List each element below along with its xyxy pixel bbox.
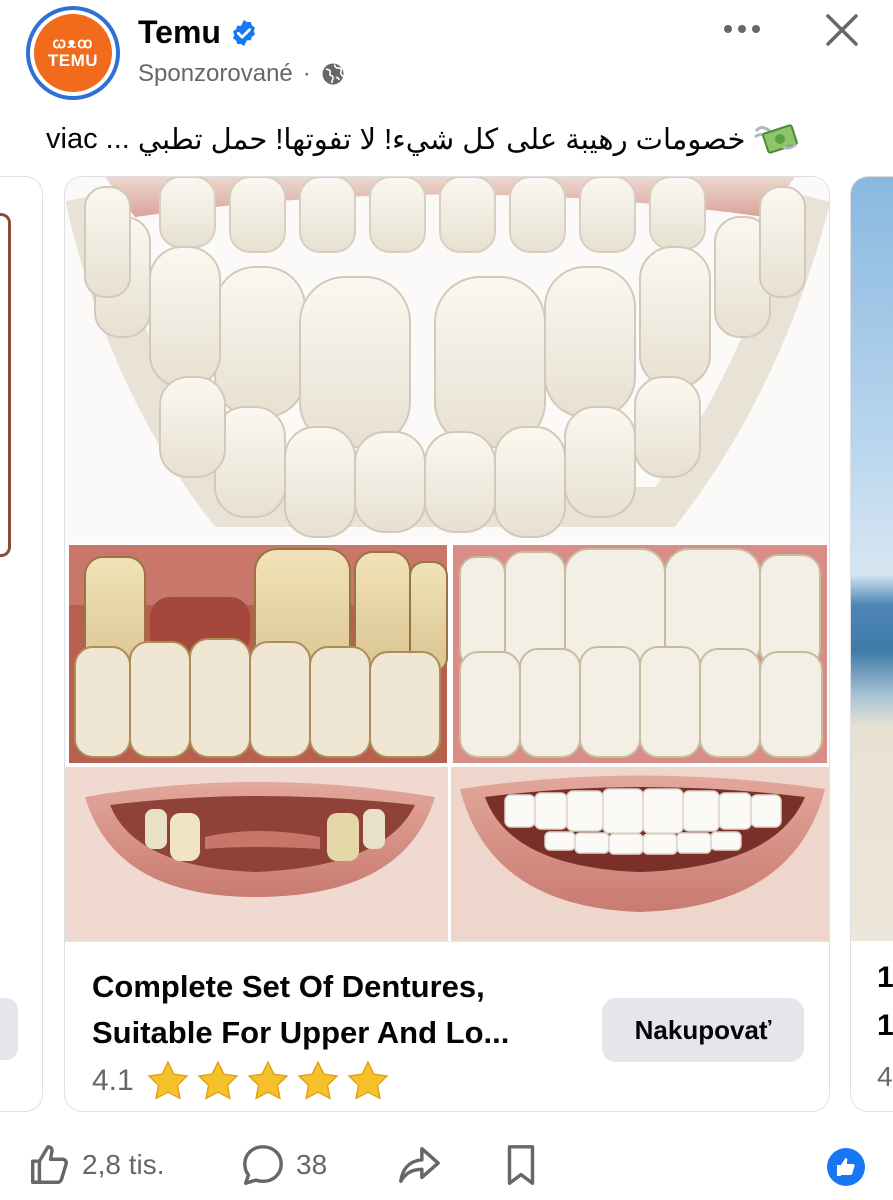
temu-logo: ꞷᴥꝏ TEMU xyxy=(34,14,112,92)
carousel-card-next[interactable]: 1 1 4 xyxy=(850,176,893,1112)
verified-badge-icon xyxy=(232,19,255,46)
shop-now-button[interactable]: Nakupovať xyxy=(602,998,804,1062)
page-name-label[interactable]: Temu xyxy=(138,14,221,51)
carousel-card-product[interactable]: Complete Set Of Dentures, Suitable For U… xyxy=(64,176,830,1112)
star-icon xyxy=(297,1060,339,1100)
next-card-image xyxy=(851,177,893,941)
next-card-title-line1: 1 xyxy=(877,961,893,994)
globe-icon xyxy=(322,63,344,85)
star-icon xyxy=(197,1060,239,1100)
star-icon xyxy=(147,1060,189,1100)
page-avatar[interactable]: ꞷᴥꝏ TEMU xyxy=(26,6,120,100)
share-icon xyxy=(399,1146,440,1184)
sponsored-label[interactable]: Sponzorované xyxy=(138,60,293,88)
comment-button[interactable]: 38 xyxy=(240,1142,327,1188)
caption-text: خصومات رهيبة على كل شيء! لا تفوتها! حمل … xyxy=(137,123,746,156)
product-title[interactable]: Complete Set Of Dentures, Suitable For U… xyxy=(92,964,572,1056)
product-footer: Complete Set Of Dentures, Suitable For U… xyxy=(65,941,829,1111)
post-action-bar: 2,8 tis. 38 xyxy=(0,1134,893,1200)
star-icon xyxy=(347,1060,389,1100)
comment-icon xyxy=(243,1145,283,1185)
meta-separator: · xyxy=(302,60,311,87)
like-icon xyxy=(30,1145,68,1184)
next-card-title-line2: 1 xyxy=(877,1009,893,1042)
product-rating: 4.1 xyxy=(92,1060,390,1102)
like-reaction-icon[interactable] xyxy=(826,1147,866,1187)
bookmark-icon xyxy=(507,1145,535,1185)
product-image[interactable] xyxy=(65,177,830,941)
carousel-card-previous[interactable] xyxy=(0,176,43,1112)
logo-glyphs: ꞷᴥꝏ xyxy=(52,35,94,52)
see-more-link[interactable]: viac ... xyxy=(46,123,130,156)
previous-card-image xyxy=(0,213,11,557)
star-icon xyxy=(247,1060,289,1100)
likes-count[interactable]: 2,8 tis. xyxy=(82,1149,164,1181)
logo-text: TEMU xyxy=(47,51,99,70)
page-name[interactable]: Temu xyxy=(138,14,259,51)
share-button[interactable] xyxy=(396,1142,442,1188)
rating-value: 4.1 xyxy=(92,1064,134,1097)
close-icon[interactable] xyxy=(822,10,862,50)
like-button[interactable]: 2,8 tis. xyxy=(26,1142,164,1188)
next-card-rating: 4 xyxy=(877,1061,893,1092)
more-options-icon[interactable] xyxy=(720,14,764,44)
post-meta: Sponzorované · xyxy=(138,60,345,88)
comments-count[interactable]: 38 xyxy=(296,1149,327,1181)
money-with-wings-icon xyxy=(754,124,799,154)
post-caption: viac ... خصومات رهيبة على كل شيء! لا تفو… xyxy=(46,118,866,160)
previous-card-button[interactable] xyxy=(0,998,18,1060)
save-button[interactable] xyxy=(498,1142,544,1188)
